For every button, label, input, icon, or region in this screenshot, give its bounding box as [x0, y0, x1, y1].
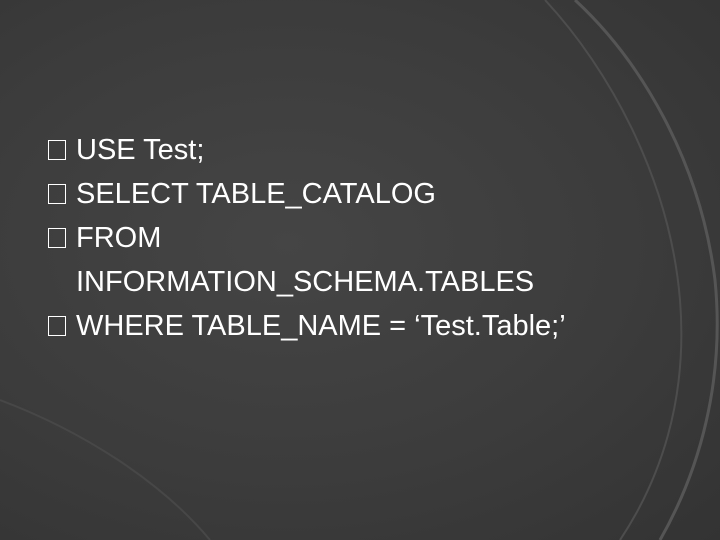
- line-text: FROM: [76, 222, 162, 254]
- line-text: WHERE TABLE_NAME = ‘Test.Table;’: [76, 310, 566, 342]
- line-text: USE Test;: [76, 134, 205, 166]
- square-bullet-icon: [48, 316, 66, 336]
- square-bullet-icon: [48, 184, 66, 204]
- bullet-line-3: FROM: [48, 216, 668, 260]
- continuation-line: INFORMATION_SCHEMA.TABLES: [48, 260, 668, 304]
- line-text: INFORMATION_SCHEMA.TABLES: [76, 266, 535, 298]
- bullet-line-4: WHERE TABLE_NAME = ‘Test.Table;’: [48, 304, 668, 348]
- slide: USE Test; SELECT TABLE_CATALOG FROM INFO…: [0, 0, 720, 540]
- slide-body: USE Test; SELECT TABLE_CATALOG FROM INFO…: [48, 128, 668, 348]
- bullet-line-2: SELECT TABLE_CATALOG: [48, 172, 668, 216]
- square-bullet-icon: [48, 140, 66, 160]
- arc-left: [0, 399, 211, 540]
- square-bullet-icon: [48, 228, 66, 248]
- line-text: SELECT TABLE_CATALOG: [76, 178, 436, 210]
- bullet-line-1: USE Test;: [48, 128, 668, 172]
